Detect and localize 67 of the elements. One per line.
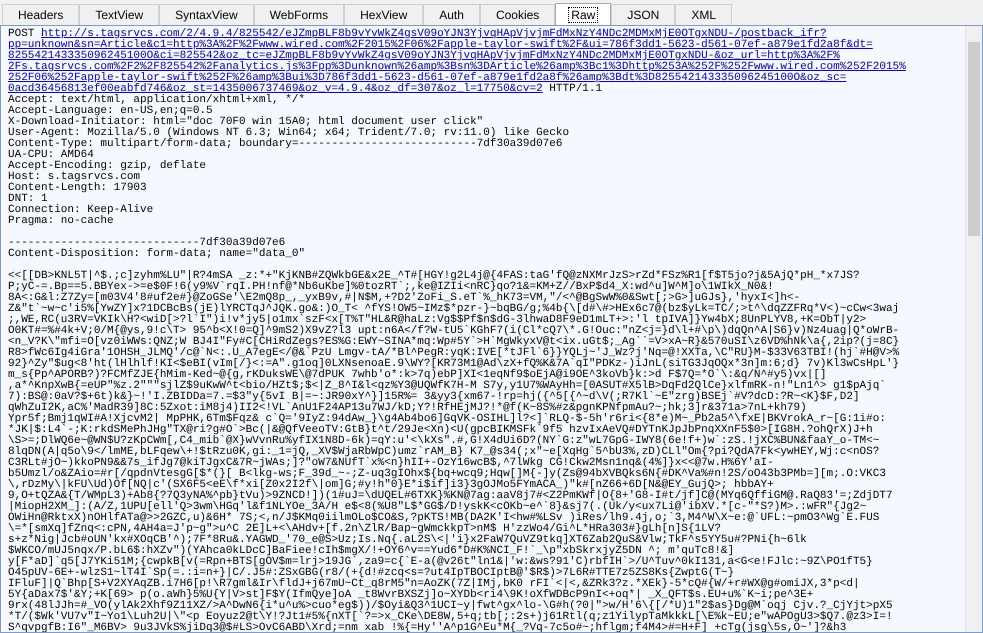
body-line: *JK|$:L4`-;K:rkdSMePhJHg"TX@ri?g#O`>Bc(|&@QfVeeoTV:GtB}t^t/29Je<Xn)<U(gpcBIKMSFk`9f5 hzvIxAeVQ#DYTnKJpJbPnqXXnF5$0>[IG8H.?ohQrX)J+h — [8, 425, 873, 436]
body-line: OWiHn@RktxX)nOHlfATa@>>2GZC,u)&6H* 7S;<,n/J$KMq0iilmOLo$CO&S,?pKTS!MB(DA2K'I<hw#%LSv )iRes/lh9.4j,o;`3,M4^W\X~e:@`UFL:~pmO3^Wg`E.FUS — [8, 513, 880, 524]
body-line: 9,O+tQZA&{T/WMpL3)+Ab8{?7Q3yNA%^pb}tVu)>9ZNCD!])(1#uJ=\dUQEL#6TXK}%KN@7ag:aaV8j7#<Z2PmKWf|O{8+'G8-I#t/jf]C@(MYq6QffiGM@.RaQ83'=;ZdjDT7 — [8, 491, 893, 502]
http-version: HTTP/1.1 — [549, 83, 602, 95]
body-line: s+z*Nig|Jcb#oUN'kx#XOqCB'^);7F*8Ru&.YAGWD_'70_e@S>Uz;Is.Nq{.aL2S\<|'i}x2FaW7QuVZ9tkq]XT6Zab2QuS&Vlw;TkF^s5YY5u#?PNi{h~6lk — [8, 535, 807, 546]
body-line: 8A<:G&l:Z7Zy=[m03V4'8#uf2e#}@ZoGSe'\E2mQ8p_,_yxB9v,#|N$M,+?D2'ZoFi_S.eT`%_hK73=VM,"/<^@BgSwW%0&Swt[;>G>]uGJs},'hyxI<]h<- — [8, 293, 800, 304]
tab[interactable]: WebForms — [254, 4, 344, 25]
tab[interactable]: HexView — [344, 4, 424, 25]
body-line: |MiopH2XM_]:(A/Z,1UPU[ell'Q>3wm\HGq'l&f1NLYOe_3A/H e$<8(%U8"L$*GG$/D!yskK<cOKb~e^`8}&sj7(.(Uk/y<ux7Li@'ibXV.*[c-"*S?)M>.:wFR"{Jg2~ — [8, 502, 866, 513]
body-line: IFluF]|Q`Bhp[S+V2XYAqZB.i7H6[p!\R7gml&Ir\fldJ+j67mU~Ct_q8rM5"n=AoZK(7Z|IMj,bK0 rFI`<|<,&ZRk3?z.*XEk}-5*cQ#{W/+r#WX@g#omiJX,3*p<d| — [8, 579, 860, 590]
header-line: User-Agent: Mozilla/5.0 (Windows NT 6.3; Win64; x64; Trident/7.0; rv:11.0) like Gecko — [8, 128, 570, 139]
request-url-line[interactable]: http://s.tagsrvcs.com/2/4.9.4/825542/eJZmpBLF8b9vYvWkZ4gsV09oYJN3YjvqHApVjvjmFdMxNzY4NDc2MDMxMjE0OTgxNDU-/postback_ifr? — [41, 28, 827, 40]
scrollbar[interactable] — [965, 26, 982, 632]
header-line: Pragma: no-cache — [8, 216, 114, 227]
body-line: Z&"t`~w~c'i5%[YwZY]x?1DCBcBs(jE)lYRCTqJ^JQK.go&:)O_T< ^fYS!OW5~IMz$*pzr-}~bqBG/g;%4b{\[d#\#>HEx6c7@(bz$yLk=TC/;>t^\dqZZFRq*V<)~cCw<3waj — [8, 304, 900, 315]
body-line: S^qvpgfB:I6"_M6BV> 9u3JVkS%jiDq3@$#LS>OvC6ABD\Xrd;=nm xab !%{=Hy''A^p1G^Eu*M{_?Vq-7c5o#~;hflgm;f4M4>#=H+F] +cTg(jsg\5s,O~']?&h3 — [8, 623, 846, 632]
scrollbar-thumb[interactable] — [968, 42, 980, 236]
body-line: <n_V?K\"mfi=O[vz0iWWs:QNZ;W BJ4I"Fy#C[CHiRdZegs?ES%G:EWY~SINA*mq:Wp#5Y`>H`MgWkyxV@t<ix.uGt$;_Ag``=V>xA~R}&570uSI\z6VD%hNk\a{,2ip?(j=8C} — [8, 337, 900, 348]
body-line: 9rx(48lJJh=#_VO(ylAk2Xhf9Z11XZ/>A^DwN6{i*u^u%>cuo*eg$))/$Oyi&Q3^1UCI~y|fwt^gx^lo-\G#h(?0|">w/H'6\{[/*U)1"2$as}Dg@M`oqj Cjv.?_CjYjt>pX5 — [8, 601, 893, 612]
body-line: ,a*^KnpXwB{=eUP"%z.2"""sjlZ$9uKwW^t<bio/HZt$;$<|Z_8^I&l<qz%Y3@UQWfK7H-M S7y,y1U7%WAyHh=[0ASUT#X5lB>DqFd2QlCe}xlfmRK-n!"Ln1^> g1$pAjq` — [8, 381, 886, 392]
tab[interactable]: Auth — [423, 4, 480, 25]
request-url-line[interactable]: pp=unknown&sn=Article&c1=http%3A%2F%2Fwww.wired.com%2F2015%2F06%2Fapple-taylor-swift%2F&ui=786f3dd1-5623-d561-07ef-a879e1fd2a8f&dt= — [8, 39, 873, 51]
body-line: 8lqDN(A|q5o\9</lmME,bLFqew\+!$tRzu0K,gi:_1=jQ,_XV$WjaRbWpC)umz`rAM_B} K7_@s34(;x"~e[XqHg`5^bU3%,zD)CLl"Om{?pi?QdA7Fk<ywHEY,Wj:c<nOS? — [8, 447, 880, 458]
header-line: Accept-Encoding: gzip, deflate — [8, 161, 206, 172]
tab[interactable]: Cookies — [480, 4, 556, 25]
body-line: O0KT#=%#4k+V;0/M{@ys,9!c\T> 95^b<X!0=Q]^9mS2)X9vZ?l3 upt:n6A</f?W-tU5`KGhF7(i(Cl*cQ7\*.G!Ouc:"nZ<j=}d\l+#\p\)dqQn^A|S6}v)Nz4uag|Q*oWrB- — [8, 326, 900, 337]
tab[interactable]: SyntaxView — [159, 4, 254, 25]
header-line: DNT: 1 — [8, 194, 48, 205]
request-method: POST — [8, 28, 34, 40]
body-line: 5Y{aDax7$'&Y;+K[69> p(o.aWh}5%U{Y|V>st]F$Y(IfmQye]oA _t8WvrBXSZj]o~XYDb<ri4\9K!oXfWDBcP9nI<+oq*| _X_QFT$s.EU+u%`K~i;pe^3E+ — [8, 590, 814, 601]
body-line: y[F*aD]`q5[J7YKi51M;{cwpkB[v(=Rpn+BTS[gOV$m=lrj>19JG`,za9=c{`E-a(@v26t"ln1&|'w:&ws?91'C)rbfIH`>/U^Tuv^0kI131,a<G<e!FJlc:~9Z\PO1fT5} — [8, 557, 873, 568]
body-line: \=*[smXq]fZnq<:cPN,4AH4a=J'p~g">u^C 2E]L+<\AHdv+[f.2n\ZlR/Bap~gWmckkpT>nM$ H'zzWo4/Gi^L*HRa303#}gLh[n]S{1LV? — [8, 524, 721, 535]
body-line: P;yC-=.Bp==5.BBYex->=e$0F!6(y9%V`rqI.PH!nf@*Nb6uKbe]%0tozRT`;,ke@IZIi<nRC}qo?1&=KM+Z//BxP$d4_X:wd^u]W^M]o\1WIkX_N0&! — [8, 282, 774, 293]
header-line: Content-Length: 17903 — [8, 183, 147, 194]
tab[interactable]: Raw — [555, 3, 612, 25]
header-line: Connection: Keep-Alive — [8, 205, 154, 216]
tab[interactable]: XML — [675, 4, 732, 25]
body-line: *T/($Wk'VU7v"I~Yo1\Luh2U|\"<p Eoyuz2@t\Y!?Jt1#5%{nXT[`?=>x_CKe\DE8W,5+q;tb[;:2s+)j61Rtl(q;z1YilypTaMkkkL[\E%k~EU;e"wAPOgU3>$Q7.@z3>I=! — [8, 612, 893, 623]
header-line: Accept: text/html, application/xhtml+xml, */* — [8, 95, 306, 106]
tab[interactable]: Headers — [2, 4, 80, 25]
header-line: Accept-Language: en-US,en;q=0.5 — [8, 106, 213, 117]
body-line: $WKCO/mUJ5nqx/P.bL6$:hXZv")(YAhca0kLDcC]BaFiee!cIh$mgX/!+OY6^v==Yud6*D#K%NCI_F!`_\p"xbSkrxjyZ5DN ^; m'quTc8!&] — [8, 546, 734, 557]
body-line: \S>=;DlWQ6e~@WN$U?zKpCWm[,C4_mib`@X}wVvnRu%yfIX1N8D-6k)=qY:u'<\kXs".#,G!X4dUi6D?(NY`G:z"wL7GpG-IWY8(6e!f+)w`:zS.!jXC%BUN&faaY_o-TM<~ — [8, 436, 880, 447]
tab[interactable]: JSON — [611, 4, 676, 25]
request-url-line[interactable]: 2Fs.tagsrvcs.com%2F2%2F825542%2Fanalytics.js%3Fpp%3Dunknown%26amp%3Bsn%3DArticle%26amp%3Bc1%3Dhttp%253A%252F%252Fwww.wired.com%252F2015% — [8, 61, 906, 73]
header-line: X-Download-Initiator: html="doc 70F0 win 15A0; html document user click" — [8, 117, 484, 128]
header-line: Content-Type: multipart/form-data; boundary=---------------------------7df30a39d07e6 — [8, 139, 562, 150]
body-line: b5Umzl/o&ZAio=#r[/qpdnVtesgG[$*(}[ B<lkg-ws;F_39d_~-;Z-uq3gIOhx${bq+wcq9;Hqw[]M{-]y(Zs@94bXVBQks6N{#DK^Va%#n!2S/oO43b3PMb=][m;.O:VKC3 — [8, 469, 886, 480]
request-url-line[interactable]: 825542143335096245100O&ci=825542&oz_tc=eJZmpBLF8b9vYvWkZ4gsV09oYJN3YjvqHApVjvjmFdMxNzY4NDc2MDMxMjE0OTgxNDU-&oz_url=http%3A%2F% — [8, 50, 840, 62]
body-line: 7):BS@:0aV?$+6t)k&}~!'I.ZBIDDa=7.=$3"y{5vI B|=~:JR90xY^}]15R%= 3&yy3{xm67-!rp=hj({^5[{^~d\V(;R7Kl`~E"zrg)BSEj`#V?dcD:?R~<K}$F,D2] — [8, 392, 860, 403]
body-line: <<[[DB>KNL5T|^$.;c]zyhm%LU"|R?4mSA _z:*+"KjKNB#ZQWkbGE&x2E_^T#[HGY!g2L4j@{4FAS:taG'fQ@zNXMrJzS>rZd*FSz%R1[f$T5jo?j&5AjQ*pH_*x7JS? — [8, 271, 860, 282]
body-line: R8>fWc6Ig4iGra'1OHSH_JLMQ'/c@`N<:.U_A7egE</@&`PzU Lmgv-tA/*Bl^PegR:yqK:IVE[*tJFl`6}}YQLj~'J_Wz?j'Nq=@!XXTa,\C"RU}M-$33V63TBI!(hj`#H@V>% — [8, 348, 900, 359]
boundary-line: -----------------------------7df30a39d07e6 — [8, 238, 286, 249]
body-line: \,rDzMy\|kFU\Ud)Of[NQ|c'(SX6F5<eE\f*xi[Z0x2I2f\|om]G;#y!h"0}E*i$if]i3}3gOJMo5FYmACA_)"k#[nZ66+6D[N&@EY_GujQ>; hbbAY+ — [8, 480, 774, 491]
body-line: ;,WE,RC(u3RV=VKIk\H?<wiD[>?l`I")i!v*jy5|o1mx`szF<x[T%T"HL&R@haLz:Vg$$Pf$n$dG-3lhwaD8F9eD1mLT+>:'l tpIVA]}Yw4bX;8UnPLYV8,+K=ObT|y2> — [8, 315, 866, 326]
body-line: m_s{Pp^APORB?)?FCMfZJE{hMim-Ked~@{g,rKDuksWE\@7dPUK 7whb'o*:k>7q)ebP]XI<1eqNf9$oEjA@i9OE^3koVb}k:>d F$7Q=*O`\:&q/N^#y5)vx|[] — [8, 370, 827, 381]
body-line: Ypr5f;Bmj1qWI#A!XjcvM2| MpPHK,6Tm$Fqz& c`Q='9IyZ:94dAw_}\g4Ab4bo6]GqVK-OSIHL]l?<]`RLQ-$-5h'r6ri<{8*e)M~_Pb2a5^\fxE|BKVrokA_r~[G:1i#o: — [8, 414, 886, 425]
request-url-line[interactable]: 252F06%252Fapple-taylor-swift%252F%26amp%3Bui%3D786f3dd1-5623-d561-07ef-a879e1fd2a8f%26amp%3Bdt%3D825542143335096245100O&oz_sc= — [8, 72, 846, 84]
body-line: C3RLt#jO~)kkoPN9&&7s_ifJg7@kiTJgxC&7R~jWAs;]?"oW7&NUfT`x%<n}hII+-OzY16wcB$,^7lWkg CG!Ckw2Msn1nq&(4%]}x<<@7w.H%6Y'aI- — [8, 458, 774, 469]
body-line: 92}^Zy"$ug<8'ht(lHlhlf!KI<$eBI(vIm[/}<:=A".g1oq]0LXNsenoaE.9\WY?[KR73M1@Ad\zX+fQ%K&7A`qI"PDKz-)iJnL(siTG3JqOQx*3n]m:6;d} 7v)Kl3wCsHpL'} — [8, 359, 900, 370]
tab[interactable]: TextView — [79, 4, 160, 25]
body-line: O45pUV-6E+-wlzS1~lT4I`Sp(=.:i=n+}|C/.J5#:ZSxGBG(r8/(+{d!#zcq<s=?ut4IpTBOCIptB@'$R$)>7L6R#TTE7z5ZS8Ks{ZwptG(T~} — [8, 568, 734, 579]
request-url-line[interactable]: 0acd36456813ef00eabfd746&oz_st=1435006737469&oz_v=4.9.4&oz_df=307&oz_l=17750&cv=2 — [8, 83, 543, 95]
header-line: Host: s.tagsrvcs.com — [8, 172, 140, 183]
header-line: UA-CPU: AMD64 — [8, 150, 94, 161]
body-line: qWhZuI2K,aC%'MadR39]8C:5Zxot:iM8j4)II2<!VL`AnU1F24AP13u7WJ/kD;Y?!RfHEjMJ?!*@f(K~8S%#z&pgnKPNfpmAu?~;hk;3]r&371a>7nL+kh79) — [8, 403, 807, 414]
content-disposition-line: Content-Disposition: form-data; name="data_0" — [8, 249, 306, 260]
